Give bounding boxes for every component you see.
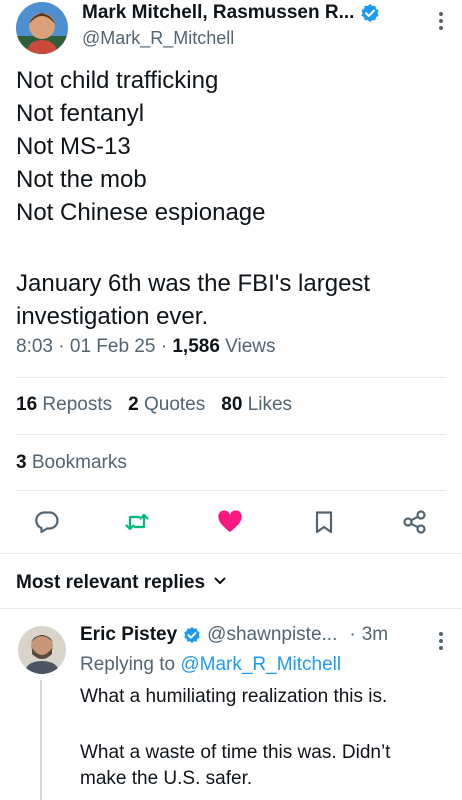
likes-count: 80 xyxy=(221,394,243,415)
reply-text: What a humiliating realization this is. … xyxy=(80,684,450,792)
reply-author-avatar[interactable] xyxy=(18,626,66,674)
more-options-icon[interactable] xyxy=(438,632,444,654)
verified-badge-icon xyxy=(360,3,380,23)
tweet-date[interactable]: 01 Feb 25 xyxy=(70,336,156,357)
divider xyxy=(16,434,446,435)
likes-stat[interactable]: 80 Likes xyxy=(221,394,292,416)
quotes-stat[interactable]: 2 Quotes xyxy=(128,394,205,416)
tweet-time[interactable]: 8:03 xyxy=(16,336,53,357)
engagement-stats: 16 Reposts 2 Quotes 80 Likes xyxy=(16,394,292,416)
thread-line xyxy=(40,680,42,800)
reply-line: What a humiliating realization this is. xyxy=(80,686,388,707)
author-name[interactable]: Mark Mitchell, Rasmussen R... xyxy=(82,2,354,24)
views-count: 1,586 xyxy=(172,336,220,357)
reply-icon[interactable] xyxy=(33,508,61,536)
tweet-line: Not fentanyl xyxy=(16,100,145,127)
reposts-stat[interactable]: 16 Reposts xyxy=(16,394,112,416)
tweet-line: Not child trafficking xyxy=(16,67,219,94)
divider xyxy=(16,377,446,378)
reposts-count: 16 xyxy=(16,394,38,415)
tweet-line: Not MS-13 xyxy=(16,133,131,160)
share-icon[interactable] xyxy=(401,508,429,536)
replies-sort-dropdown[interactable]: Most relevant replies xyxy=(16,572,227,594)
reply-time-sep: · xyxy=(349,624,356,645)
tweet-line: Not Chinese espionage xyxy=(16,199,266,226)
replying-prefix: Replying to xyxy=(80,654,176,675)
like-icon[interactable] xyxy=(216,508,244,536)
bookmarks-label: Bookmarks xyxy=(31,452,127,473)
tweet-header: Mark Mitchell, Rasmussen R... @Mark_R_Mi… xyxy=(0,0,462,60)
replying-to-line: Replying to @Mark_R_Mitchell xyxy=(80,654,341,676)
author-avatar[interactable] xyxy=(16,2,68,54)
reply-author-row: Eric Pistey @shawnpiste... · 3m xyxy=(80,624,388,646)
tweet-line: Not the mob xyxy=(16,166,147,193)
divider xyxy=(16,490,446,491)
author-name-row[interactable]: Mark Mitchell, Rasmussen R... xyxy=(82,2,380,24)
reply-time[interactable]: 3m xyxy=(362,624,388,646)
tweet-line: January 6th was the FBI's largest xyxy=(16,270,371,297)
reposts-label: Reposts xyxy=(42,394,113,415)
quotes-count: 2 xyxy=(128,394,139,415)
bookmark-icon[interactable] xyxy=(310,508,338,536)
author-handle[interactable]: @Mark_R_Mitchell xyxy=(82,28,234,49)
action-bar xyxy=(0,500,462,544)
replies-header-label: Most relevant replies xyxy=(16,572,206,593)
reply-line: make the U.S. safer. xyxy=(80,768,253,789)
divider xyxy=(0,553,462,554)
repost-icon[interactable] xyxy=(123,508,151,536)
reply-line: What a waste of time this was. Didn’t xyxy=(80,742,391,763)
bookmarks-count: 3 xyxy=(16,452,27,473)
more-options-icon[interactable] xyxy=(438,12,444,34)
reply-author-name[interactable]: Eric Pistey xyxy=(80,624,177,646)
quotes-label: Quotes xyxy=(143,394,206,415)
bookmarks-stat[interactable]: 3 Bookmarks xyxy=(16,452,127,474)
verified-badge-icon xyxy=(183,626,201,644)
tweet-text: Not child trafficking Not fentanyl Not M… xyxy=(16,64,446,333)
reply-author-handle[interactable]: @shawnpiste... xyxy=(207,624,337,646)
replying-to-link[interactable]: @Mark_R_Mitchell xyxy=(180,654,341,675)
chevron-down-icon xyxy=(213,572,227,594)
views-label: Views xyxy=(225,336,276,357)
tweet-meta: 8:03 · 01 Feb 25 · 1,586 Views xyxy=(16,336,276,357)
divider xyxy=(0,608,462,609)
likes-label: Likes xyxy=(247,394,293,415)
tweet-line: investigation ever. xyxy=(16,303,209,330)
